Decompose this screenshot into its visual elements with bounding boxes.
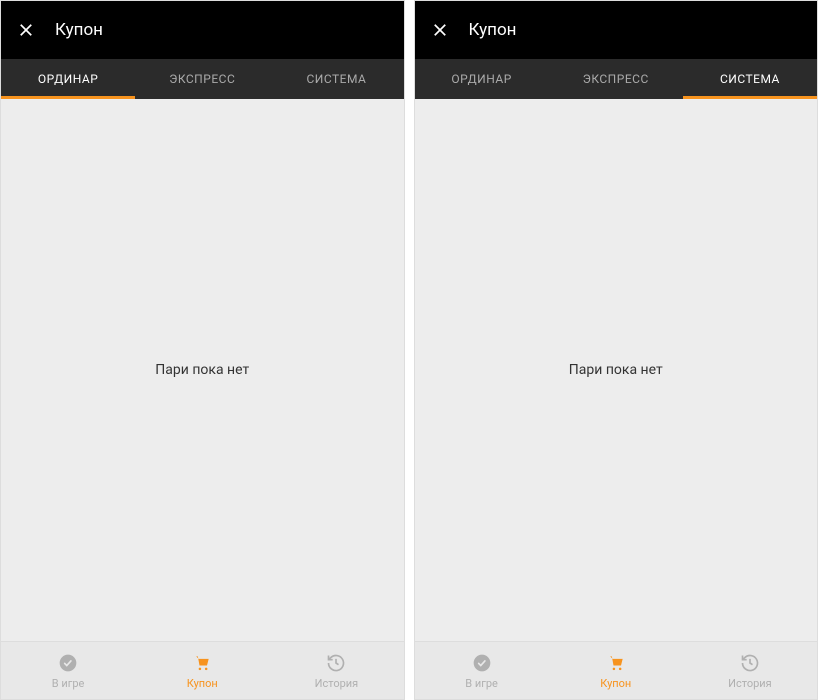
tab-label: ЭКСПРЕСС [583,72,649,86]
check-circle-icon [57,652,79,674]
nav-label: Купон [187,677,218,690]
check-circle-icon [471,652,493,674]
nav-label: Купон [600,677,631,690]
close-icon[interactable] [17,21,35,39]
screen-right: Купон ОРДИНАР ЭКСПРЕСС СИСТЕМА Пари пока… [414,0,818,700]
history-icon [325,652,347,674]
nav-item-in-game[interactable]: В игре [1,642,135,699]
nav-item-history[interactable]: История [683,642,817,699]
tab-ordinar[interactable]: ОРДИНАР [415,59,549,99]
nav-item-coupon[interactable]: Купон [135,642,269,699]
tab-express[interactable]: ЭКСПРЕСС [549,59,683,99]
tabs-bar: ОРДИНАР ЭКСПРЕСС СИСТЕМА [415,59,818,99]
nav-item-in-game[interactable]: В игре [415,642,549,699]
header-title: Купон [469,20,517,40]
tab-label: ОРДИНАР [38,72,98,86]
header-title: Купон [55,20,103,40]
bottom-nav: В игре Купон История [415,641,818,699]
tab-system[interactable]: СИСТЕМА [683,59,817,99]
tab-label: СИСТЕМА [306,72,366,86]
nav-label: История [728,677,772,690]
bottom-nav: В игре Купон История [1,641,404,699]
content-area: Пари пока нет [1,99,404,641]
tab-label: ЭКСПРЕСС [169,72,235,86]
close-icon[interactable] [431,21,449,39]
app-header: Купон [415,1,818,59]
cart-icon [191,652,213,674]
nav-label: В игре [465,677,498,690]
content-area: Пари пока нет [415,99,818,641]
empty-state-text: Пари пока нет [569,362,663,378]
tab-label: СИСТЕМА [720,72,780,86]
cart-icon [605,652,627,674]
nav-item-coupon[interactable]: Купон [549,642,683,699]
nav-label: История [315,677,359,690]
tab-label: ОРДИНАР [451,72,511,86]
tab-ordinar[interactable]: ОРДИНАР [1,59,135,99]
app-header: Купон [1,1,404,59]
history-icon [739,652,761,674]
empty-state-text: Пари пока нет [155,362,249,378]
screen-left: Купон ОРДИНАР ЭКСПРЕСС СИСТЕМА Пари пока… [0,0,405,700]
tab-system[interactable]: СИСТЕМА [269,59,403,99]
tab-express[interactable]: ЭКСПРЕСС [135,59,269,99]
nav-label: В игре [52,677,85,690]
nav-item-history[interactable]: История [269,642,403,699]
tabs-bar: ОРДИНАР ЭКСПРЕСС СИСТЕМА [1,59,404,99]
